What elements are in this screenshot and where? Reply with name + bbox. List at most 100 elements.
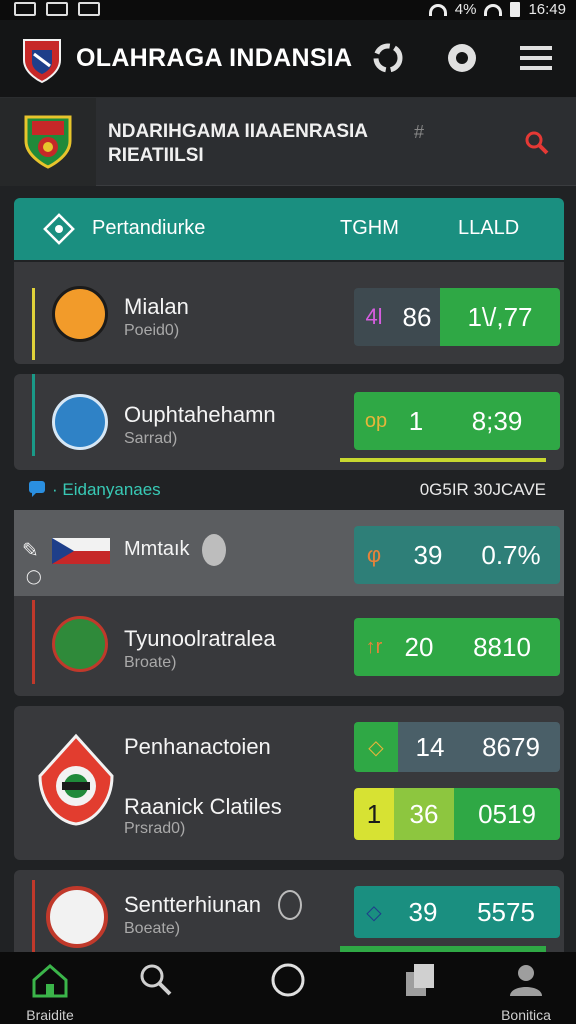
score-left: 4l <box>354 288 394 346</box>
team-subtitle: Sarrad) <box>124 430 178 447</box>
team-name: Sentterhiunan <box>124 892 261 917</box>
score-box: φ 39 0.7% <box>354 526 560 584</box>
battery-icon <box>510 2 521 17</box>
score-box: ◇ 14 8679 <box>354 722 560 772</box>
card-accent <box>32 374 35 456</box>
filter-icon[interactable]: # <box>414 122 424 143</box>
column-lead: LLALD <box>458 217 520 239</box>
team-name: Tyunoolratralea <box>124 626 276 651</box>
team-subtitle: Boeate) <box>124 920 181 937</box>
score-mid: 39 <box>394 886 452 938</box>
trophy-icon <box>202 534 226 566</box>
score-box: 1 36 0519 <box>354 788 560 840</box>
column-team: TGHM <box>340 217 399 239</box>
nav-item-search[interactable] <box>116 962 196 1003</box>
shield-icon <box>24 115 72 169</box>
notification-icon <box>14 2 36 16</box>
competition-title: NDARIHGAMA IIAAENRASIA RIEATIILSI <box>108 120 368 168</box>
search-icon[interactable] <box>524 130 550 161</box>
card-accent <box>32 288 35 360</box>
team-subtitle: Prsrad0) <box>124 820 186 837</box>
circle-icon <box>271 963 305 997</box>
app-logo-icon <box>23 39 61 84</box>
nav-label-home: Braidite <box>26 1007 74 1023</box>
competition-header: NDARIHGAMA IIAAENRASIA RIEATIILSI # <box>0 98 576 186</box>
trophy-icon <box>278 890 302 920</box>
score-right: 0519 <box>454 788 560 840</box>
score-mid: 14 <box>398 722 462 772</box>
photo-icon <box>46 2 68 16</box>
score-right: 8;39 <box>434 392 560 450</box>
team-name: Penhanactoien <box>124 734 271 759</box>
team-crest-icon <box>46 886 108 948</box>
message-icon <box>78 2 100 16</box>
nav-item-home[interactable]: Braidite <box>10 962 90 1023</box>
clock: 16:49 <box>528 1 566 18</box>
score-left: φ <box>354 526 394 584</box>
score-mid: 39 <box>394 526 462 584</box>
search-icon <box>140 964 172 996</box>
wifi-icon <box>428 3 447 16</box>
nav-item-cards[interactable] <box>380 962 460 1003</box>
target-icon[interactable] <box>444 40 480 76</box>
score-mid: 20 <box>394 618 444 676</box>
score-left: ↑r <box>354 618 394 676</box>
team-name: Mmtaık <box>124 538 190 560</box>
nav-item-profile[interactable]: Bonitica <box>486 962 566 1023</box>
column-match: Pertandiurke <box>92 217 206 239</box>
score-mid: 1 <box>398 392 434 450</box>
match-card-double[interactable]: Penhanactoien Raanick Clatiles Prsrad0) … <box>14 706 564 860</box>
home-icon <box>32 964 68 998</box>
team-crest-icon <box>52 616 108 672</box>
nav-item-live[interactable] <box>248 962 328 1003</box>
info-icon: ◯ <box>26 568 42 584</box>
card-accent <box>32 600 35 684</box>
score-left: 1 <box>354 788 394 840</box>
bottom-nav: Braidite Bonitica <box>0 952 576 1024</box>
score-right: 0.7% <box>462 526 560 584</box>
app-bar: OLAHRAGA INDANSIA <box>0 20 576 98</box>
competition-badge <box>0 98 96 186</box>
cards-icon <box>406 964 434 996</box>
score-box: ◇ 39 5575 <box>354 886 560 938</box>
match-card[interactable]: Tyunoolratralea Broate) ↑r 20 8810 <box>14 596 564 696</box>
section-label: · Eidanyanaes <box>52 480 161 499</box>
score-box: 4l 86 1\/,77 <box>354 288 560 346</box>
match-card[interactable]: Sentterhiunan Boeate) ◇ 39 5575 <box>14 870 564 952</box>
app-title: OLAHRAGA INDANSIA <box>76 44 353 72</box>
team-subtitle: Poeid0) <box>124 322 180 339</box>
status-icons-left <box>14 2 100 16</box>
score-left: ◇ <box>354 722 398 772</box>
table-header: Pertandiurke TGHM LLALD <box>14 198 564 260</box>
team-name: Ouphtahehamn <box>124 402 276 427</box>
edit-icon[interactable]: ✎ <box>22 538 39 563</box>
nav-label-profile: Bonitica <box>501 1007 551 1023</box>
battery-percent: 4% <box>454 1 477 18</box>
score-right: 8679 <box>462 722 560 772</box>
refresh-icon[interactable] <box>370 40 406 76</box>
team-crest-icon <box>52 286 108 342</box>
chat-icon <box>29 481 45 497</box>
team-name: Mialan <box>124 294 189 319</box>
match-card[interactable]: Mialan Poeid0) 4l 86 1\/,77 <box>14 262 564 364</box>
team-crest-icon <box>38 733 114 826</box>
score-box: ↑r 20 8810 <box>354 618 560 676</box>
score-left: op <box>354 392 398 450</box>
status-bar: 4% 16:49 <box>0 0 576 20</box>
menu-icon[interactable] <box>518 40 554 76</box>
team-subtitle: Broate) <box>124 654 177 671</box>
diamond-icon <box>43 213 75 245</box>
profile-icon <box>510 965 542 996</box>
match-card[interactable]: Ouphtahehamn Sarrad) op 1 8;39 <box>14 374 564 470</box>
competition-title-line2: RIEATIILSI <box>108 145 204 166</box>
score-right: 1\/,77 <box>440 288 560 346</box>
progress-bar <box>340 458 546 462</box>
score-right: 8810 <box>444 618 560 676</box>
status-icons-right: 4% 16:49 <box>428 1 566 18</box>
team-crest-icon <box>52 394 108 450</box>
score-left: ◇ <box>354 886 394 938</box>
match-card-highlighted[interactable]: ✎ ◯ Mmtaık φ 39 0.7% <box>14 510 564 596</box>
score-mid: 36 <box>394 788 454 840</box>
card-accent <box>32 880 35 952</box>
section-right-label: 0G5IR 30JCAVE <box>419 480 546 499</box>
